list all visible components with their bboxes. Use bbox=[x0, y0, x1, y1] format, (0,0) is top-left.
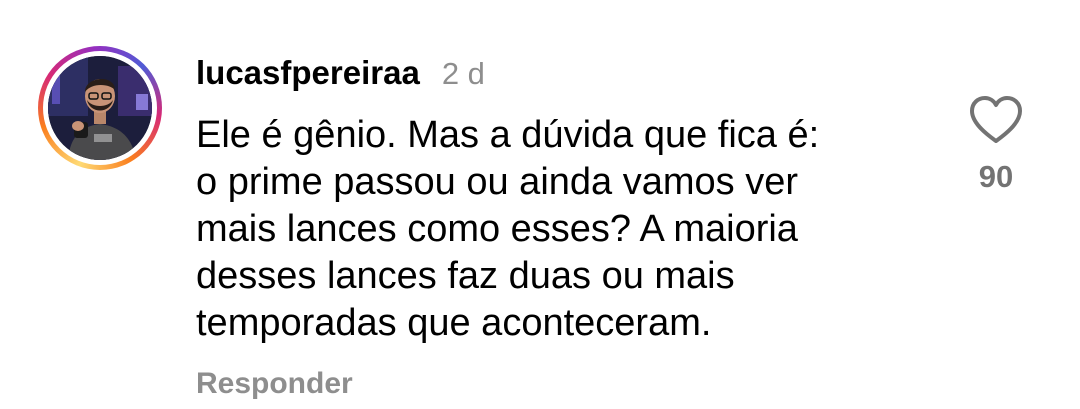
username[interactable]: lucasfpereiraa bbox=[196, 54, 420, 92]
comment: lucasfpereiraa 2 d Ele é gênio. Mas a dú… bbox=[0, 0, 1080, 409]
avatar[interactable] bbox=[48, 56, 152, 160]
like-count: 90 bbox=[978, 159, 1014, 194]
reply-button[interactable]: Responder bbox=[196, 367, 353, 401]
avatar-story-ring[interactable] bbox=[38, 46, 162, 170]
timestamp: 2 d bbox=[441, 56, 485, 91]
comment-text-line: Ele é gênio. Mas a dúvida que fica é: bbox=[196, 114, 820, 156]
comment-text: Ele é gênio. Mas a dúvida que fica é: o … bbox=[196, 112, 936, 347]
like-control: 90 bbox=[962, 95, 1030, 195]
comment-text-line: o prime passou ou ainda vamos ver bbox=[196, 161, 798, 203]
heart-outline-icon[interactable] bbox=[968, 95, 1024, 145]
comment-header: lucasfpereiraa 2 d bbox=[196, 54, 485, 94]
comment-text-line: desses lances faz duas ou mais bbox=[196, 255, 735, 297]
comment-text-line: temporadas que aconteceram. bbox=[196, 302, 712, 344]
avatar-photo bbox=[48, 56, 152, 160]
comment-text-line: mais lances como esses? A maioria bbox=[196, 208, 798, 250]
